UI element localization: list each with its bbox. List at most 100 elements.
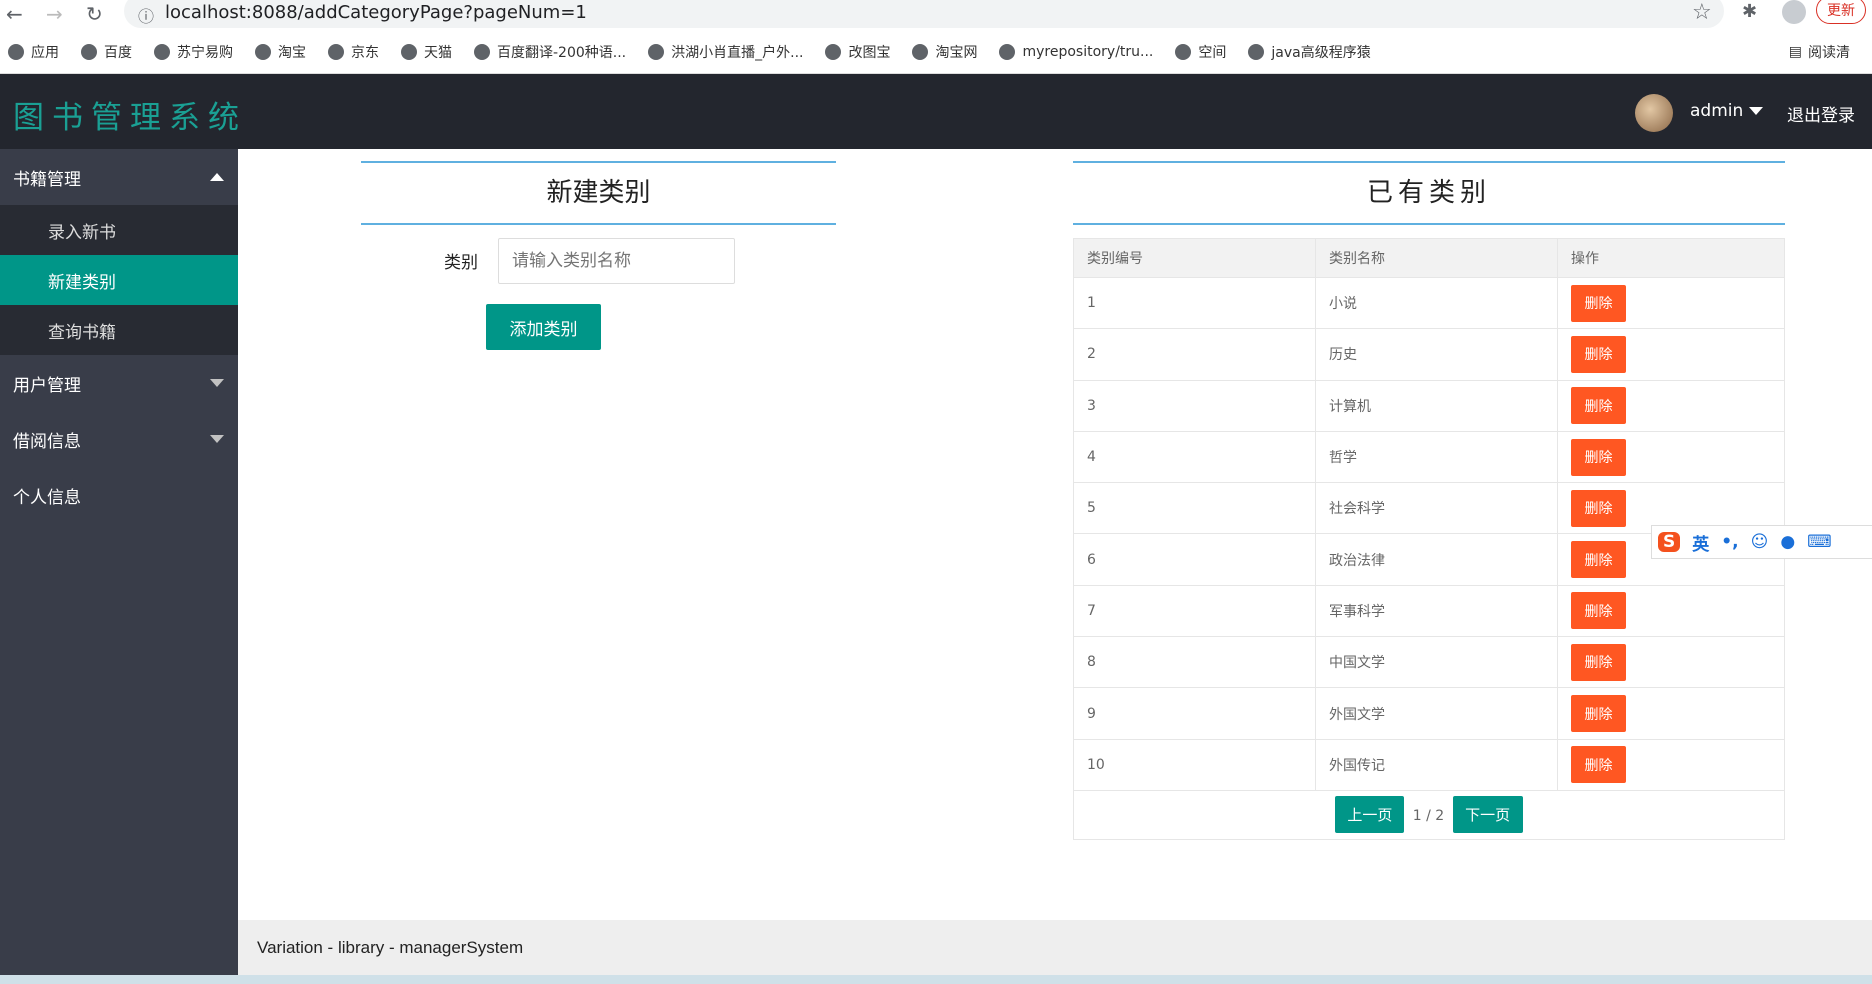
punctuation-icon[interactable]: •,	[1721, 532, 1738, 552]
top-header: 图书管理系统 admin 退出登录	[0, 74, 1872, 149]
bookmark-item[interactable]: 洪湖小肖直播_户外...	[648, 42, 803, 62]
bookmark-item[interactable]: 京东	[328, 42, 379, 62]
delete-button[interactable]: 删除	[1571, 592, 1626, 630]
prev-page-button[interactable]: 上一页	[1335, 796, 1405, 834]
bookmark-label: 天猫	[424, 44, 452, 61]
sidebar-item-profile[interactable]: 个人信息	[0, 467, 238, 523]
actions-cell: 删除	[1557, 687, 1785, 740]
update-button[interactable]: 更新	[1816, 0, 1866, 24]
delete-button[interactable]: 删除	[1571, 695, 1626, 733]
bookmark-icon	[474, 43, 490, 60]
category-id: 3	[1073, 379, 1316, 432]
reading-list[interactable]: ▤ 阅读清	[1789, 42, 1850, 62]
bookmark-icon	[8, 43, 24, 60]
extensions-icon[interactable]: ✱	[1742, 1, 1757, 22]
delete-button[interactable]: 删除	[1571, 489, 1626, 527]
sidebar-item-add-book[interactable]: 录入新书	[0, 205, 238, 255]
category-name: 军事科学	[1315, 584, 1558, 638]
add-category-button[interactable]: 添加类别	[486, 304, 601, 350]
chevron-down-icon	[210, 435, 224, 443]
bookmark-item[interactable]: 淘宝网	[912, 42, 977, 62]
ime-mode[interactable]: 英	[1692, 530, 1709, 555]
bookmark-item[interactable]: 百度	[81, 42, 132, 62]
sidebar-label: 借阅信息	[13, 431, 81, 452]
sidebar-group-books[interactable]: 书籍管理	[0, 149, 238, 205]
star-icon[interactable]: ☆	[1692, 0, 1712, 25]
bookmark-label: 京东	[351, 44, 379, 61]
bookmark-item[interactable]: 天猫	[401, 42, 452, 62]
category-name: 哲学	[1315, 430, 1558, 484]
bookmark-icon	[255, 43, 271, 60]
category-id: 4	[1073, 430, 1316, 484]
column-header: 操作	[1557, 238, 1785, 278]
sidebar-item-new-category[interactable]: 新建类别	[0, 255, 238, 305]
bookmark-label: 淘宝	[278, 44, 306, 61]
bookmark-label: 百度翻译-200种语...	[497, 44, 627, 61]
delete-button[interactable]: 删除	[1571, 387, 1626, 425]
table-row: 8 中国文学 删除	[1073, 636, 1785, 689]
delete-button[interactable]: 删除	[1571, 335, 1626, 373]
sidebar-group-borrow[interactable]: 借阅信息	[0, 411, 238, 467]
delete-button[interactable]: 删除	[1571, 284, 1626, 322]
bookmark-icon	[912, 43, 929, 60]
category-name-input[interactable]	[498, 238, 735, 284]
bookmark-item[interactable]: myrepository/tru...	[999, 43, 1153, 60]
bookmark-icon	[328, 43, 344, 60]
reading-list-label: 阅读清	[1808, 44, 1850, 61]
new-category-panel: 新建类别	[361, 161, 836, 225]
chevron-down-icon	[210, 379, 224, 387]
profile-icon[interactable]	[1782, 0, 1806, 24]
sidebar-item-search-books[interactable]: 查询书籍	[0, 305, 238, 355]
delete-button[interactable]: 删除	[1571, 438, 1626, 476]
bookmark-item[interactable]: 苏宁易购	[154, 42, 233, 62]
logo: 图书管理系统	[13, 100, 247, 136]
taskbar-strip	[0, 975, 1872, 984]
table-row: 2 历史 删除	[1073, 328, 1785, 381]
delete-button[interactable]: 删除	[1571, 541, 1626, 579]
ime-toolbar[interactable]: S 英 •, ☺ ● ⌨	[1651, 525, 1872, 559]
chevron-down-icon	[1749, 107, 1764, 115]
category-name: 计算机	[1315, 379, 1558, 432]
keyboard-icon[interactable]: ⌨	[1807, 532, 1832, 552]
category-name: 外国文学	[1315, 687, 1558, 740]
bookmark-icon	[1248, 43, 1265, 60]
emoji-icon[interactable]: ☺	[1751, 532, 1769, 552]
forward-icon[interactable]: →	[46, 2, 63, 26]
mic-icon[interactable]: ●	[1780, 532, 1795, 552]
category-name: 社会科学	[1315, 482, 1558, 535]
delete-button[interactable]: 删除	[1571, 746, 1626, 784]
bookmark-item[interactable]: 百度翻译-200种语...	[474, 42, 626, 62]
category-label: 类别	[444, 253, 478, 273]
actions-cell: 删除	[1557, 430, 1785, 484]
user-menu[interactable]: admin	[1690, 101, 1764, 121]
table-row: 4 哲学 删除	[1073, 430, 1785, 484]
bookmark-item[interactable]: 空间	[1175, 42, 1226, 62]
bookmark-label: 改图宝	[848, 44, 891, 61]
bookmark-icon	[999, 43, 1016, 60]
category-id: 9	[1073, 687, 1316, 740]
bookmark-icon	[648, 43, 665, 60]
category-name: 外国传记	[1315, 738, 1558, 791]
bookmark-label: java高级程序猿	[1271, 44, 1371, 61]
next-page-button[interactable]: 下一页	[1452, 796, 1523, 834]
avatar[interactable]	[1635, 94, 1673, 132]
back-icon[interactable]: ←	[6, 2, 23, 26]
table-row: 9 外国文学 删除	[1073, 687, 1785, 740]
sidebar-group-users[interactable]: 用户管理	[0, 355, 238, 411]
bookmark-item[interactable]: 淘宝	[255, 42, 306, 62]
delete-button[interactable]: 删除	[1571, 643, 1626, 681]
sidebar: 书籍管理 录入新书 新建类别 查询书籍 用户管理 借阅信息 个人信息	[0, 149, 238, 975]
reload-icon[interactable]: ↻	[86, 2, 103, 26]
bookmark-item[interactable]: 改图宝	[825, 42, 890, 62]
sidebar-label: 用户管理	[13, 375, 81, 396]
bookmark-item[interactable]: java高级程序猿	[1248, 42, 1371, 62]
info-icon[interactable]: ⓘ	[138, 3, 154, 27]
logout-link[interactable]: 退出登录	[1787, 101, 1855, 126]
browser-toolbar: ← → ↻ ⓘ localhost:8088/addCategoryPage?p…	[0, 0, 1872, 30]
bookmark-item[interactable]: 应用	[8, 42, 59, 62]
url-text[interactable]: localhost:8088/addCategoryPage?pageNum=1	[165, 2, 587, 23]
bookmark-label: 百度	[104, 44, 132, 61]
actions-cell: 删除	[1557, 328, 1785, 381]
category-id: 7	[1073, 584, 1316, 638]
actions-cell: 删除	[1557, 636, 1785, 689]
